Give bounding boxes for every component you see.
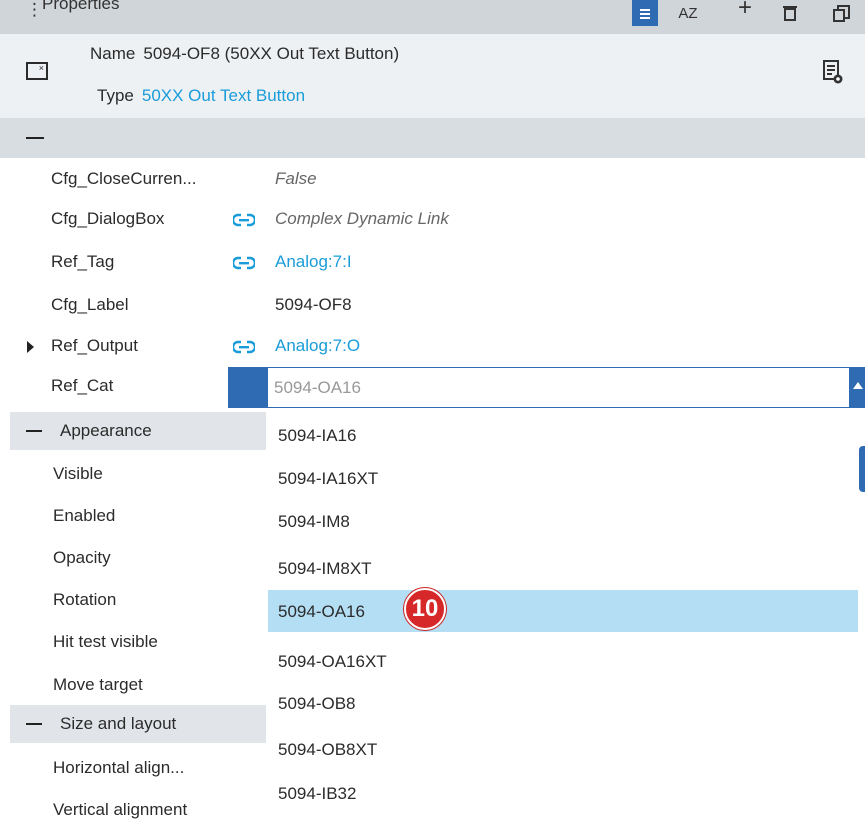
link-icon[interactable] xyxy=(233,339,255,355)
link-icon[interactable] xyxy=(233,212,255,228)
chevron-up-icon xyxy=(853,382,863,389)
property-row[interactable]: Cfg_Label 5094-OF8 xyxy=(0,286,865,327)
step-callout-badge: 10 xyxy=(404,588,446,630)
categorize-icon xyxy=(640,9,650,19)
property-name[interactable]: Rotation xyxy=(53,590,116,610)
property-value[interactable]: 5094-OF8 xyxy=(275,295,352,315)
object-type: Type 50XX Out Text Button xyxy=(97,86,305,106)
collapse-icon xyxy=(26,723,42,725)
dropdown-option[interactable]: 5094-OB8XT xyxy=(268,728,858,770)
appearance-group-header[interactable]: Appearance xyxy=(10,412,266,450)
properties-section-header[interactable] xyxy=(0,118,865,158)
dropdown-option[interactable]: 5094-OB8 xyxy=(268,682,858,724)
property-name[interactable]: Horizontal align... xyxy=(53,758,184,778)
type-label: Type xyxy=(97,86,134,105)
object-header: × Name 5094-OF8 (50XX Out Text Button) Ty… xyxy=(0,34,865,118)
sort-alphabetical-button[interactable]: AZ xyxy=(674,2,702,24)
property-name[interactable]: Move target xyxy=(53,675,143,695)
dropdown-option[interactable]: 5094-IM8 xyxy=(268,500,858,542)
name-value: 5094-OF8 (50XX Out Text Button) xyxy=(143,44,400,63)
property-name[interactable]: Vertical alignment xyxy=(53,800,187,820)
side-panel-tab[interactable] xyxy=(859,446,865,492)
copy-button[interactable] xyxy=(832,2,852,24)
sort-categorized-button[interactable] xyxy=(632,0,658,26)
property-value[interactable]: Analog:7:I xyxy=(275,252,352,272)
property-name: Cfg_DialogBox xyxy=(51,209,165,228)
property-settings-icon[interactable] xyxy=(823,60,843,86)
property-value[interactable]: Analog:7:O xyxy=(275,336,360,356)
panel-titlebar: ⋮ Properties AZ + xyxy=(0,0,865,34)
collapse-icon xyxy=(26,430,42,432)
property-name: Ref_Cat xyxy=(51,376,114,395)
combo-edit-accent xyxy=(228,367,268,408)
property-groups: Appearance Visible Enabled Opacity Rotat… xyxy=(0,408,268,828)
combobox-toggle-button[interactable] xyxy=(850,367,865,408)
collapse-icon xyxy=(26,137,44,139)
object-name: Name 5094-OF8 (50XX Out Text Button) xyxy=(90,44,399,64)
property-value[interactable]: Complex Dynamic Link xyxy=(275,209,449,229)
dropdown-option[interactable]: 5094-IB32 xyxy=(268,772,858,814)
name-label: Name xyxy=(90,44,136,63)
link-icon[interactable] xyxy=(233,255,255,271)
size-layout-group-header[interactable]: Size and layout xyxy=(10,705,266,743)
dropdown-option-selected[interactable]: 5094-OA16 xyxy=(268,590,858,632)
plus-icon: + xyxy=(737,0,752,21)
combobox-value: 5094-OA16 xyxy=(274,378,361,397)
delete-button[interactable] xyxy=(782,2,798,24)
property-value[interactable]: False xyxy=(275,169,317,189)
dropdown-option[interactable]: 5094-IA16XT xyxy=(268,457,858,499)
property-name: Cfg_CloseCurren... xyxy=(51,169,197,188)
property-row[interactable]: Ref_Output Analog:7:O xyxy=(0,327,865,368)
property-name: Cfg_Label xyxy=(51,295,129,314)
panel-title: Properties xyxy=(42,0,120,13)
property-name[interactable]: Hit test visible xyxy=(53,632,158,652)
property-name: Ref_Output xyxy=(51,336,138,355)
property-name[interactable]: Opacity xyxy=(53,548,111,568)
property-row[interactable]: Ref_Tag Analog:7:I xyxy=(0,243,865,284)
property-name[interactable]: Visible xyxy=(53,464,103,484)
type-value[interactable]: 50XX Out Text Button xyxy=(142,86,305,105)
trash-icon xyxy=(783,6,797,21)
panel-menu-icon[interactable]: ⋮ xyxy=(26,0,43,20)
property-name[interactable]: Enabled xyxy=(53,506,115,526)
text-button-icon: × xyxy=(26,62,48,80)
add-button[interactable]: + xyxy=(734,0,756,21)
property-row[interactable]: Cfg_CloseCurren... False xyxy=(0,160,865,201)
expand-arrow-icon[interactable] xyxy=(27,341,34,353)
dropdown-option[interactable]: 5094-OA16XT xyxy=(268,640,858,682)
dropdown-option[interactable]: 5094-IA16 xyxy=(268,414,858,456)
group-label: Size and layout xyxy=(60,714,177,733)
copy-icon xyxy=(833,5,850,22)
property-name: Ref_Tag xyxy=(51,252,115,271)
dropdown-option[interactable]: 5094-IM8XT xyxy=(268,547,858,589)
group-label: Appearance xyxy=(60,421,152,440)
property-row[interactable]: Cfg_DialogBox Complex Dynamic Link xyxy=(0,200,865,241)
sort-az-icon: AZ xyxy=(678,4,698,22)
ref-cat-combobox[interactable]: 5094-OA16 xyxy=(268,367,850,408)
ref-cat-dropdown-list: 5094-IA16 5094-IA16XT 5094-IM8 5094-IM8X… xyxy=(268,408,865,828)
